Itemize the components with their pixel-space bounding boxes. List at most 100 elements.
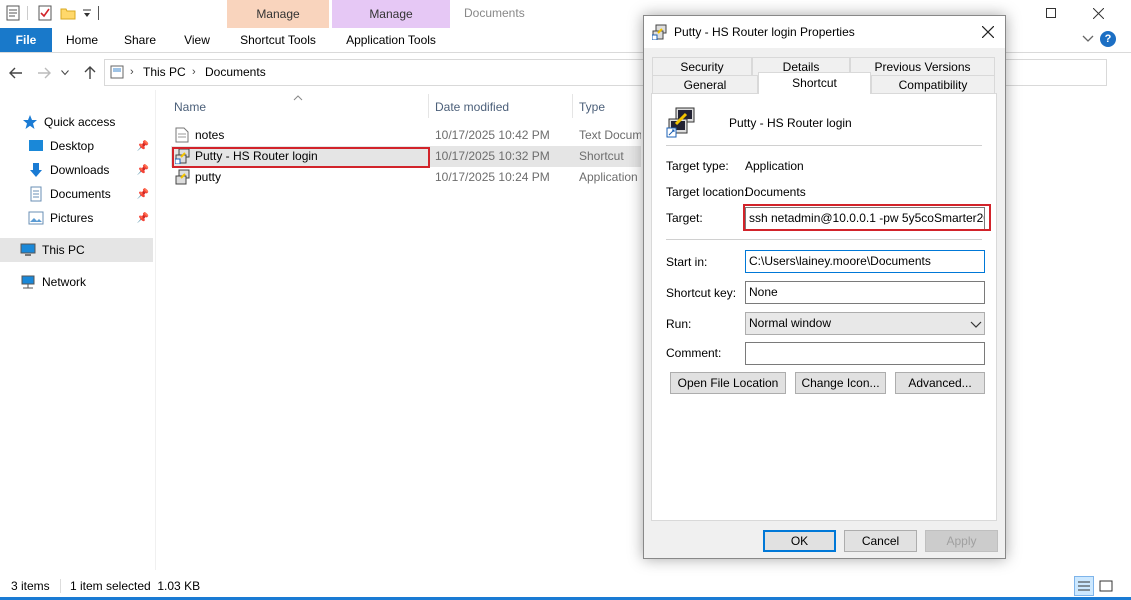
run-select[interactable]: Normal window xyxy=(745,312,985,335)
dialog-title: Putty - HS Router login Properties xyxy=(674,25,855,39)
forward-button[interactable] xyxy=(34,63,54,83)
close-icon xyxy=(1092,7,1104,19)
file-name: notes xyxy=(195,128,225,142)
qat-dropdown-icon[interactable] xyxy=(82,8,96,24)
nav-documents[interactable]: Documents 📌 xyxy=(0,182,153,206)
putty-shortcut-icon xyxy=(651,24,668,43)
shortcut-name: Putty - HS Router login xyxy=(729,116,852,130)
nav-label: Documents xyxy=(50,187,111,201)
apply-button[interactable]: Apply xyxy=(925,530,998,552)
nav-network[interactable]: Network xyxy=(0,270,153,294)
target-field[interactable]: ssh netadmin@10.0.0.1 -pw 5y5coSmarter20… xyxy=(745,207,985,230)
tab-compatibility[interactable]: Compatibility xyxy=(871,75,995,93)
putty-app-icon xyxy=(175,169,191,188)
arrow-right-icon xyxy=(38,67,51,79)
ok-button[interactable]: OK xyxy=(763,530,836,552)
column-header-date[interactable]: Date modified xyxy=(435,97,570,117)
ribbon-collapse-icon[interactable] xyxy=(1082,32,1094,46)
tab-shortcut[interactable]: Shortcut xyxy=(758,72,871,94)
nav-desktop[interactable]: Desktop 📌 xyxy=(0,134,153,158)
target-label: Target: xyxy=(666,211,703,225)
pc-small-icon xyxy=(110,65,124,82)
manage-shortcut-context-tab[interactable]: Manage Shortcut Tools xyxy=(227,0,329,52)
window-title: Documents xyxy=(464,6,525,20)
separator xyxy=(666,145,982,146)
comment-field[interactable] xyxy=(745,342,985,365)
nav-downloads[interactable]: Downloads 📌 xyxy=(0,158,153,182)
column-header-name[interactable]: Name xyxy=(174,97,424,117)
tab-previous-versions[interactable]: Previous Versions xyxy=(850,57,995,75)
properties-icon[interactable] xyxy=(6,5,20,21)
open-file-location-button[interactable]: Open File Location xyxy=(670,372,786,394)
nav-label: Pictures xyxy=(50,211,94,225)
change-icon-button[interactable]: Change Icon... xyxy=(795,372,886,394)
text-file-icon xyxy=(175,127,189,146)
nav-this-pc[interactable]: This PC xyxy=(0,238,153,262)
new-folder-icon[interactable] xyxy=(60,5,76,21)
nav-quick-access[interactable]: Quick access xyxy=(0,110,153,134)
cancel-button[interactable]: Cancel xyxy=(844,530,917,552)
tab-file[interactable]: File xyxy=(0,28,52,52)
chevron-right-icon: › xyxy=(130,66,134,78)
start-in-field[interactable]: C:\Users\lainey.moore\Documents xyxy=(745,250,985,273)
context-header: Manage xyxy=(332,0,450,28)
manage-application-context-tab[interactable]: Manage Application Tools xyxy=(332,0,450,52)
checkmark-doc-icon[interactable] xyxy=(38,5,52,21)
recent-locations-button[interactable] xyxy=(58,63,72,83)
pin-icon: 📌 xyxy=(136,212,149,224)
file-explorer-window: Manage Shortcut Tools Manage Application… xyxy=(0,0,1131,600)
large-icons-view-button[interactable] xyxy=(1097,577,1115,595)
putty-shortcut-icon xyxy=(174,148,191,167)
dialog-title-bar[interactable]: Putty - HS Router login Properties xyxy=(644,16,1005,48)
nav-label: Desktop xyxy=(50,139,95,153)
nav-pictures[interactable]: Pictures 📌 xyxy=(0,206,153,230)
file-type: Text Document xyxy=(579,128,641,142)
star-icon xyxy=(22,114,38,130)
qat-separator xyxy=(98,6,99,20)
file-row[interactable]: putty 10/17/2025 10:24 PM Application xyxy=(171,167,641,188)
file-date: 10/17/2025 10:32 PM xyxy=(435,149,550,163)
target-location-value: Documents xyxy=(745,185,806,199)
breadcrumb-this-pc[interactable]: This PC xyxy=(143,65,186,79)
back-button[interactable] xyxy=(6,63,26,83)
pin-icon: 📌 xyxy=(136,140,149,152)
tab-security[interactable]: Security xyxy=(652,57,752,75)
dialog-close-button[interactable] xyxy=(978,22,998,42)
maximize-icon xyxy=(1046,8,1056,18)
tab-application-tools[interactable]: Application Tools xyxy=(332,28,450,52)
nav-pane-divider[interactable] xyxy=(155,90,156,570)
target-location-label: Target location: xyxy=(666,185,748,199)
file-row[interactable]: notes 10/17/2025 10:42 PM Text Document xyxy=(171,125,641,146)
column-header-type[interactable]: Type xyxy=(579,97,639,117)
help-icon[interactable]: ? xyxy=(1100,31,1116,47)
target-type-label: Target type: xyxy=(666,159,729,173)
file-row-selected[interactable]: Putty - HS Router login 10/17/2025 10:32… xyxy=(171,146,641,167)
tab-home[interactable]: Home xyxy=(58,28,106,52)
breadcrumb-documents[interactable]: Documents xyxy=(205,65,266,79)
file-type: Application xyxy=(579,170,638,184)
large-icons-view-icon xyxy=(1099,580,1113,592)
advanced-button[interactable]: Advanced... xyxy=(895,372,985,394)
column-separator[interactable] xyxy=(572,94,573,118)
start-in-label: Start in: xyxy=(666,255,708,269)
separator xyxy=(666,239,982,240)
tab-general[interactable]: General xyxy=(652,75,758,93)
details-view-button[interactable] xyxy=(1074,576,1094,596)
shortcut-key-field[interactable]: None xyxy=(745,281,985,304)
details-view-icon xyxy=(1078,581,1090,591)
close-window-button[interactable] xyxy=(1075,0,1121,26)
chevron-down-icon xyxy=(970,316,982,334)
arrow-up-icon xyxy=(84,66,96,79)
download-arrow-icon xyxy=(28,162,44,178)
desktop-icon xyxy=(28,138,44,154)
tab-shortcut-tools[interactable]: Shortcut Tools xyxy=(227,28,329,52)
status-selection: 1 item selected 1.03 KB xyxy=(70,579,201,593)
tab-view[interactable]: View xyxy=(174,28,220,52)
properties-dialog: Putty - HS Router login Properties Secur… xyxy=(643,15,1006,559)
pictures-icon xyxy=(28,210,44,226)
up-button[interactable] xyxy=(80,63,100,83)
column-separator[interactable] xyxy=(428,94,429,118)
qat-separator xyxy=(27,6,28,20)
maximize-button[interactable] xyxy=(1028,0,1074,26)
tab-share[interactable]: Share xyxy=(116,28,164,52)
